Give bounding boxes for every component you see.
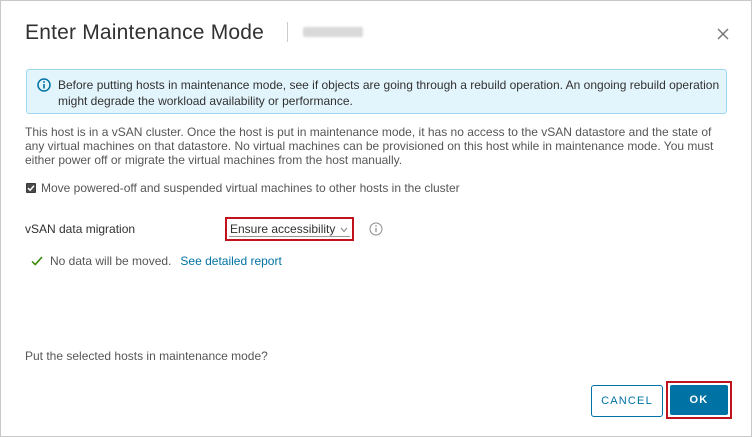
info-circle-icon <box>37 78 51 92</box>
ok-button-highlight: OK <box>666 381 732 419</box>
check-icon <box>31 256 43 266</box>
close-icon <box>717 28 729 40</box>
host-name-redacted <box>303 27 363 37</box>
detailed-report-link[interactable]: See detailed report <box>180 254 281 268</box>
chevron-down-icon <box>340 227 348 233</box>
dialog-title: Enter Maintenance Mode <box>25 21 265 44</box>
info-circle-icon[interactable] <box>369 222 383 236</box>
data-migration-select[interactable]: Ensure accessibility <box>229 221 350 237</box>
move-vms-label: Move powered-off and suspended virtual m… <box>41 181 460 195</box>
status-text: No data will be moved. <box>50 254 172 268</box>
alert-text: Before putting hosts in maintenance mode… <box>58 78 720 108</box>
close-button[interactable] <box>712 23 734 45</box>
checkmark-icon <box>27 185 35 192</box>
ok-button[interactable]: OK <box>670 385 728 415</box>
info-alert: Before putting hosts in maintenance mode… <box>26 69 727 114</box>
move-vms-option: Move powered-off and suspended virtual m… <box>26 181 460 195</box>
title-divider <box>287 22 288 42</box>
maintenance-mode-dialog: Enter Maintenance Mode Before putting ho… <box>0 0 752 437</box>
data-migration-value: Ensure accessibility <box>230 221 336 236</box>
vsan-cluster-info: This host is in a vSAN cluster. Once the… <box>25 125 714 167</box>
migration-status: No data will be moved. See detailed repo… <box>31 254 282 268</box>
vsan-data-migration-label: vSAN data migration <box>25 222 136 236</box>
move-vms-checkbox[interactable] <box>26 183 36 193</box>
data-migration-highlight: Ensure accessibility <box>225 217 354 241</box>
confirmation-question: Put the selected hosts in maintenance mo… <box>25 349 268 363</box>
cancel-button[interactable]: CANCEL <box>591 385 663 417</box>
